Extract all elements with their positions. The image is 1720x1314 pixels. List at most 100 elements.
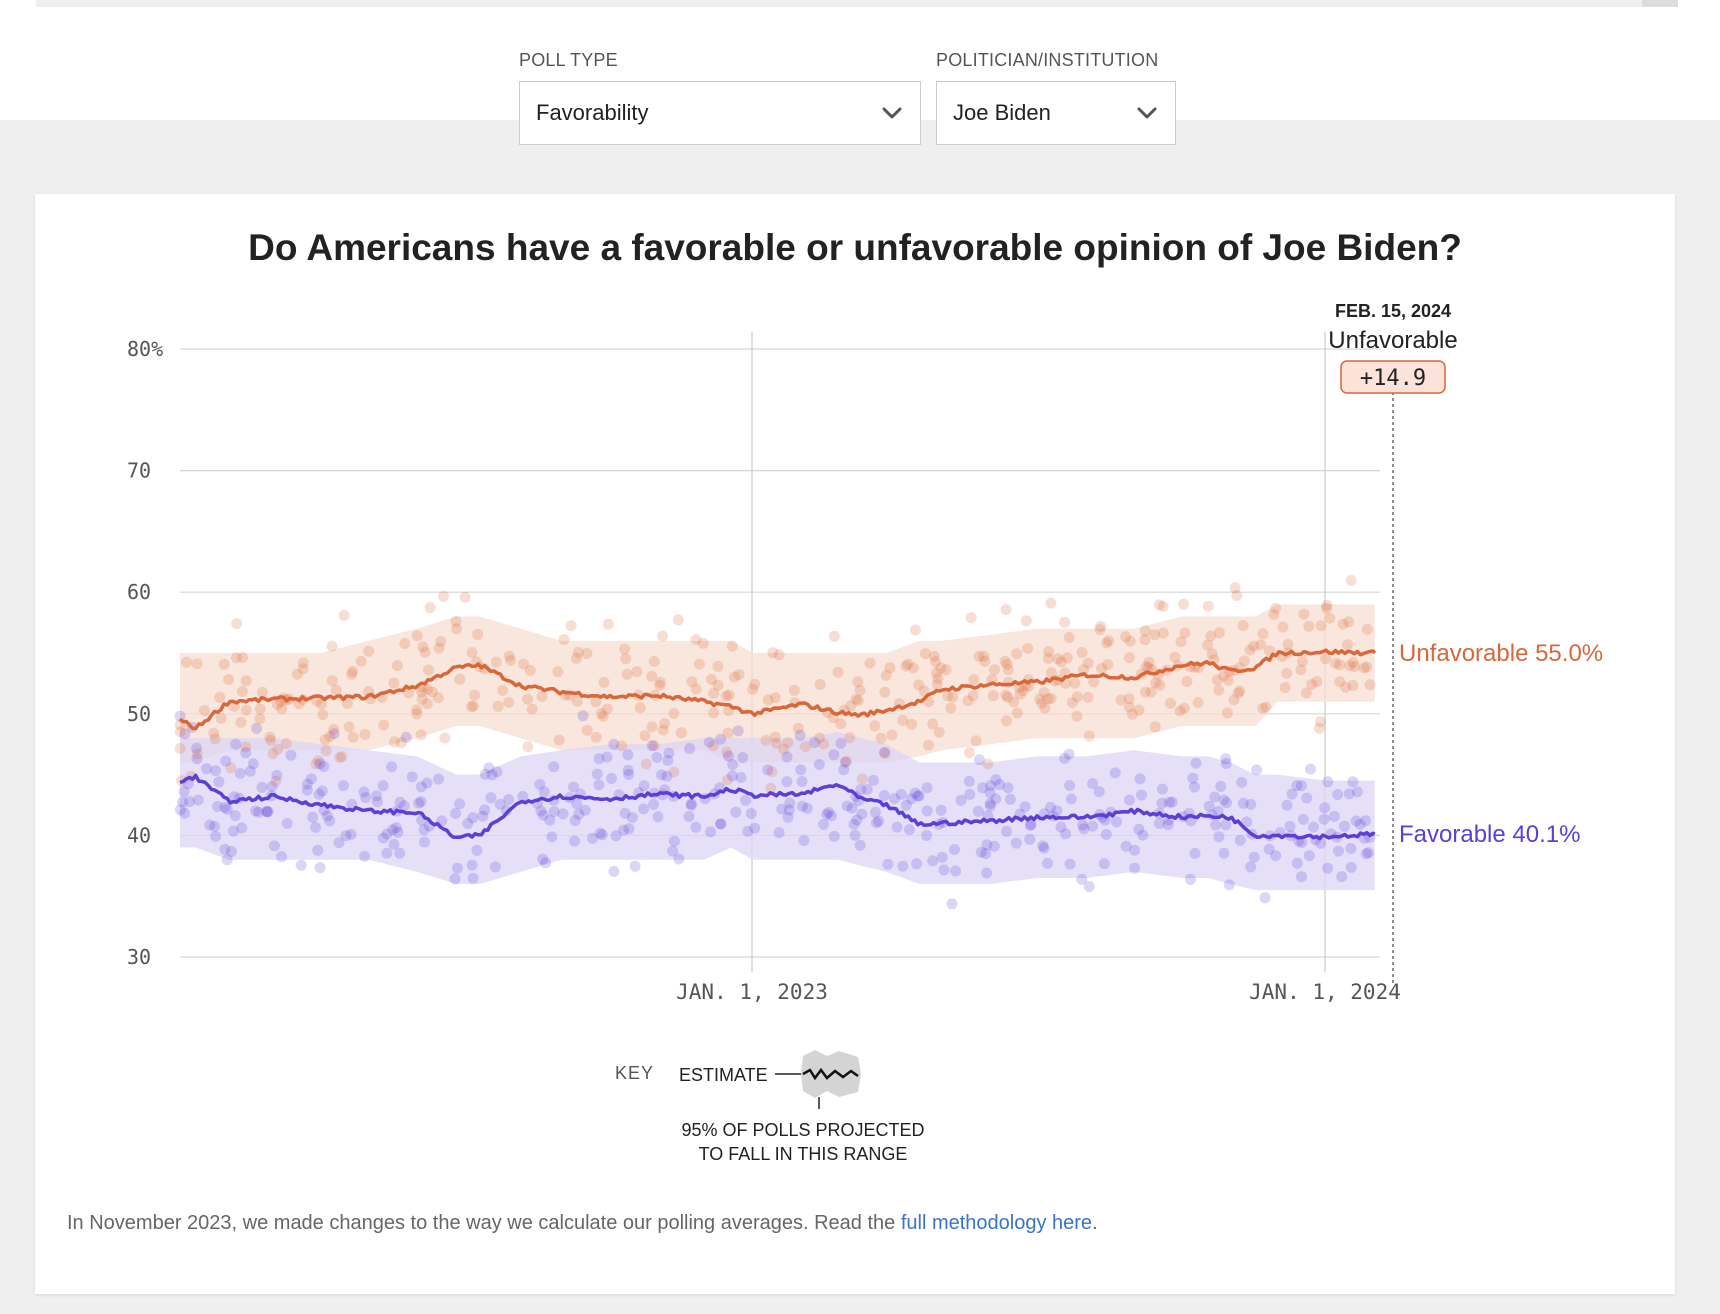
unfavorable-poll-dot (902, 658, 914, 670)
unfavorable-poll-dot (747, 683, 759, 695)
unfavorable-poll-dot (1149, 721, 1161, 733)
favorable-poll-dot (1303, 850, 1315, 862)
favorable-poll-dot (1218, 847, 1230, 859)
unfavorable-poll-dot (355, 655, 367, 667)
favorable-poll-dot (715, 733, 726, 745)
favorable-poll-dot (1305, 763, 1316, 775)
favorable-poll-dot (1210, 819, 1222, 831)
unfavorable-poll-dot (1143, 656, 1155, 668)
unfavorable-poll-dot (1042, 652, 1054, 664)
favorable-poll-dot (386, 761, 398, 773)
methodology-link[interactable]: full methodology here (901, 1212, 1092, 1234)
unfavorable-poll-dot (503, 650, 515, 662)
favorable-poll-dot (1019, 801, 1031, 813)
unfavorable-poll-dot (424, 602, 436, 613)
unfavorable-poll-dot (942, 690, 954, 702)
unfavorable-poll-dot (1045, 597, 1057, 609)
unfavorable-poll-dot (1321, 602, 1332, 614)
favorable-poll-dot (285, 749, 297, 761)
favorable-poll-dot (1351, 786, 1363, 798)
unfavorable-poll-dot (1345, 574, 1357, 586)
x-tick-label: JAN. 1, 2024 (1249, 980, 1401, 1004)
favorable-poll-dot (338, 780, 349, 792)
unfavorable-poll-dot (886, 729, 898, 741)
unfavorable-poll-dot (472, 629, 484, 640)
favorable-poll-dot (1153, 818, 1165, 829)
unfavorable-poll-dot (317, 709, 329, 721)
favorable-poll-dot (938, 864, 950, 876)
favorable-poll-dot (715, 818, 727, 830)
unfavorable-poll-dot (1320, 653, 1332, 665)
poll-type-dropdown[interactable]: Favorability (519, 81, 921, 145)
unfavorable-poll-dot (1002, 664, 1014, 676)
unfavorable-poll-dot (726, 640, 738, 652)
favorable-poll-dot (266, 780, 278, 792)
favorable-poll-dot (450, 808, 462, 819)
unfavorable-poll-dot (940, 664, 952, 676)
favorable-poll-dot (912, 790, 924, 802)
favorable-poll-dot (781, 776, 793, 788)
chart-plot[interactable]: Unfavorable 55.0% Favorable 40.1% 80% 70 60… (35, 194, 1675, 1194)
favorable-poll-dot (394, 796, 406, 808)
unfavorable-poll-dot (875, 732, 887, 744)
unfavorable-poll-dot (1313, 722, 1325, 734)
unfavorable-poll-dot (1342, 639, 1353, 651)
favorable-poll-dot (234, 767, 246, 779)
poll-type-label: POLL TYPE (519, 50, 618, 70)
unfavorable-poll-dot (347, 731, 359, 743)
unfavorable-poll-dot (1061, 652, 1073, 664)
favorable-poll-dot (1124, 794, 1135, 806)
top-scroll-thumb[interactable] (1642, 0, 1678, 7)
favorable-poll-dot (1360, 848, 1372, 860)
unfavorable-poll-dot (1178, 598, 1189, 610)
favorable-poll-dot (1024, 833, 1036, 845)
unfavorable-poll-dot (1011, 707, 1023, 719)
favorable-poll-dot (1291, 857, 1303, 869)
unfavorable-poll-dot (421, 698, 433, 710)
favorable-poll-dot (854, 839, 866, 851)
favorable-poll-dot (307, 811, 319, 823)
favorable-poll-dot (835, 737, 847, 749)
favorable-poll-dot (449, 873, 461, 885)
favorable-poll-dot (537, 809, 549, 821)
favorable-poll-dot (629, 860, 641, 872)
unfavorable-poll-dot (864, 657, 876, 669)
unfavorable-poll-dot (297, 663, 309, 675)
methodology-note: In November 2023, we made changes to the… (67, 1212, 1098, 1235)
unfavorable-poll-dot (1298, 608, 1310, 620)
unfavorable-poll-dot (497, 684, 509, 696)
unfavorable-poll-dot (1001, 715, 1013, 727)
favorable-poll-dot (281, 817, 293, 829)
unfavorable-poll-dot (910, 624, 921, 636)
favorable-poll-dot (773, 827, 785, 839)
politician-dropdown[interactable]: Joe Biden (936, 81, 1176, 145)
favorable-poll-dot (608, 738, 620, 750)
favorable-poll-dot (268, 840, 280, 852)
favorable-poll-dot (801, 802, 813, 814)
poll-type-selector: POLL TYPE Favorability (519, 50, 921, 145)
key-range-line1: 95% OF POLLS PROJECTED (681, 1120, 924, 1140)
favorable-poll-dot (867, 774, 879, 786)
favorable-poll-dot (626, 812, 638, 823)
unfavorable-poll-dot (1237, 620, 1249, 632)
unfavorable-poll-dot (223, 674, 235, 685)
unfavorable-poll-dot (1181, 676, 1193, 687)
unfavorable-poll-dot (417, 641, 429, 653)
unfavorable-poll-dot (712, 660, 724, 672)
unfavorable-poll-dot (595, 708, 607, 719)
favorable-poll-dot (1004, 793, 1016, 805)
favorable-poll-dot (1296, 871, 1307, 883)
favorable-poll-dot (221, 803, 233, 815)
favorable-poll-dot (1263, 843, 1275, 855)
favorable-poll-dot (781, 751, 793, 763)
favorable-poll-dot (622, 764, 634, 776)
y-tick-label: 80% (127, 337, 163, 361)
favorable-poll-dot (851, 814, 863, 826)
favorable-poll-dot (371, 796, 383, 808)
favorable-poll-dot (903, 824, 915, 836)
favorable-poll-dot (661, 770, 673, 782)
unfavorable-poll-dot (1022, 643, 1034, 654)
favorable-poll-dot (1248, 851, 1260, 863)
poll-type-value: Favorability (536, 100, 649, 125)
unfavorable-poll-dot (553, 734, 565, 746)
